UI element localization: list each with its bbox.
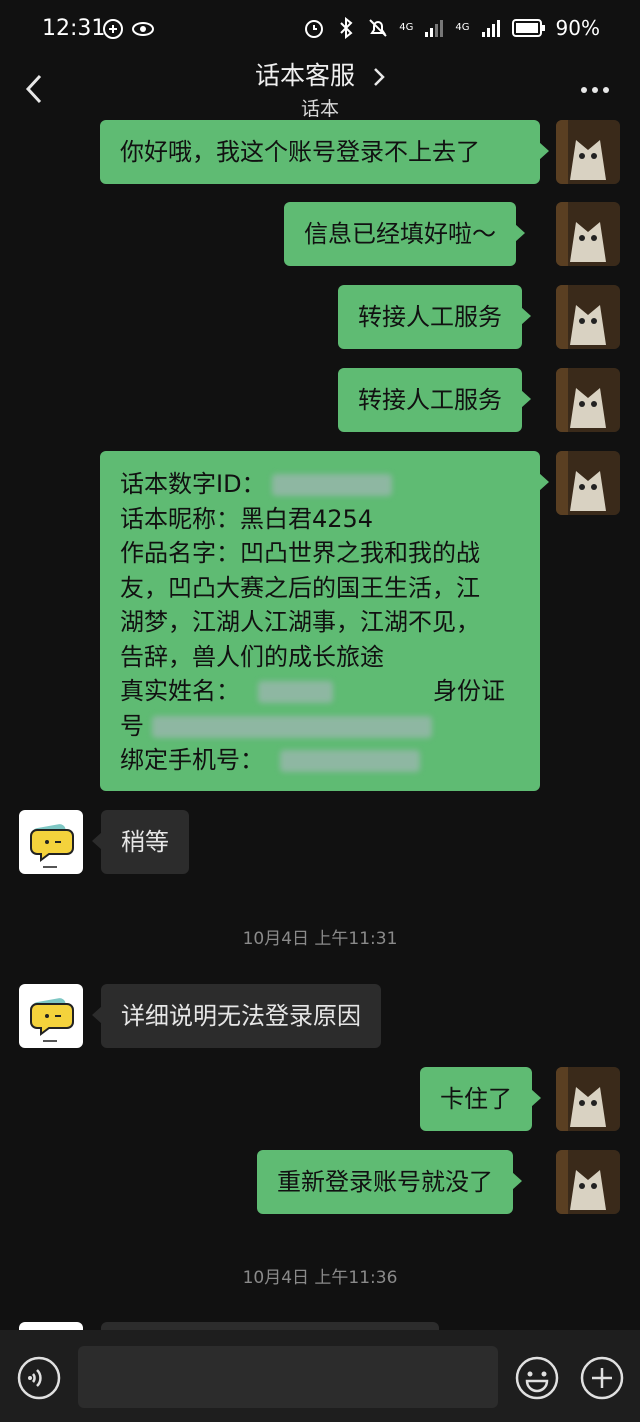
message-bubble-outgoing[interactable]: 信息已经填好啦～: [284, 202, 525, 266]
fox-avatar-icon: [556, 202, 620, 266]
message-bubble-outgoing[interactable]: 你好哦，我这个账号登录不上去了: [100, 120, 549, 184]
timestamp: 10月4日 上午11:31: [242, 929, 398, 949]
message-bubble-incoming[interactable]: 详细说明无法登录原因: [92, 984, 381, 1048]
bot-avatar[interactable]: [19, 984, 83, 1048]
form-line: 真实姓名： 身份证: [120, 674, 522, 709]
plus-icon[interactable]: [580, 1356, 624, 1400]
my-avatar[interactable]: [556, 120, 620, 184]
fox-avatar-icon: [556, 120, 620, 184]
form-line: 友，凹凸大赛之后的国王生活，江: [120, 573, 480, 602]
form-label-idcard: 身份证: [433, 677, 505, 705]
form-line: 话本昵称：黑白君4254: [120, 504, 374, 533]
redacted-field: [258, 681, 333, 703]
form-label-id: 话本数字ID：: [120, 470, 266, 498]
signal-icon-1: [425, 20, 444, 37]
signal-icon-2: [481, 20, 500, 37]
chat-title-text: 话本客服: [255, 61, 356, 90]
network-label-1: 4G: [399, 22, 414, 33]
form-line: 号: [120, 709, 522, 744]
emoji-icon[interactable]: [515, 1356, 559, 1400]
form-line: 话本数字ID：: [120, 467, 522, 502]
my-avatar[interactable]: [556, 202, 620, 266]
form-line: 湖梦，江湖人江湖事，江湖不见，: [120, 608, 480, 636]
my-avatar[interactable]: [556, 1150, 620, 1214]
status-left-icons: [102, 18, 154, 40]
status-right-icons: 4G 4G 90%: [303, 16, 600, 40]
form-line: 绑定手机号：: [120, 743, 522, 778]
bluetooth-icon: [340, 17, 353, 39]
clock: 12:31: [42, 16, 106, 41]
message-bubble-outgoing-form[interactable]: 话本数字ID： 话本昵称：黑白君4254 作品名字：凹凸世界之我和我的战 友，凹…: [100, 451, 549, 791]
battery-icon: [511, 19, 545, 37]
chat-subtitle: 话本: [300, 98, 339, 120]
message-input[interactable]: [78, 1346, 498, 1408]
my-avatar[interactable]: [556, 451, 620, 515]
chat-bubble-logo-icon: [30, 824, 74, 868]
fox-avatar-icon: [556, 451, 620, 515]
chat-bubble-logo-icon: [30, 998, 74, 1042]
more-options-icon[interactable]: [580, 86, 610, 94]
message-bubble-outgoing[interactable]: 转接人工服务: [338, 285, 531, 349]
form-label-idcard-cont: 号: [120, 711, 144, 740]
chat-header: 话本客服 话本: [0, 48, 640, 128]
battery-level: 90%: [555, 16, 600, 40]
fox-avatar-icon: [556, 1150, 620, 1214]
message-bubble-outgoing[interactable]: 重新登录账号就没了: [257, 1150, 522, 1214]
form-label-phone: 绑定手机号：: [120, 746, 264, 774]
timestamp: 10月4日 上午11:36: [242, 1268, 398, 1288]
mute-icon: [369, 19, 388, 37]
network-label-2: 4G: [455, 22, 470, 33]
form-line: 作品名字：凹凸世界之我和我的战: [120, 539, 480, 567]
message-bubble-outgoing[interactable]: 卡住了: [420, 1067, 541, 1131]
fox-avatar-icon: [556, 285, 620, 349]
chevron-right-icon: [374, 68, 385, 86]
eye-icon: [132, 22, 154, 36]
fox-avatar-icon: [556, 368, 620, 432]
fox-avatar-icon: [556, 1067, 620, 1131]
voice-icon[interactable]: [17, 1356, 61, 1400]
chat-title[interactable]: 话本客服: [0, 56, 640, 92]
alarm-icon: [305, 20, 324, 38]
input-bar: [0, 1330, 640, 1422]
form-label-name: 真实姓名：: [120, 677, 240, 705]
redacted-field: [271, 474, 392, 496]
my-avatar[interactable]: [556, 1067, 620, 1131]
redacted-field: [152, 715, 432, 738]
bot-avatar[interactable]: [19, 810, 83, 874]
message-bubble-outgoing[interactable]: 转接人工服务: [338, 368, 531, 432]
form-line: 告辞，兽人们的成长旅途: [120, 642, 384, 671]
message-bubble-incoming[interactable]: 稍等: [92, 810, 189, 874]
my-avatar[interactable]: [556, 368, 620, 432]
redacted-field: [280, 750, 420, 772]
sync-icon: [103, 19, 123, 39]
my-avatar[interactable]: [556, 285, 620, 349]
